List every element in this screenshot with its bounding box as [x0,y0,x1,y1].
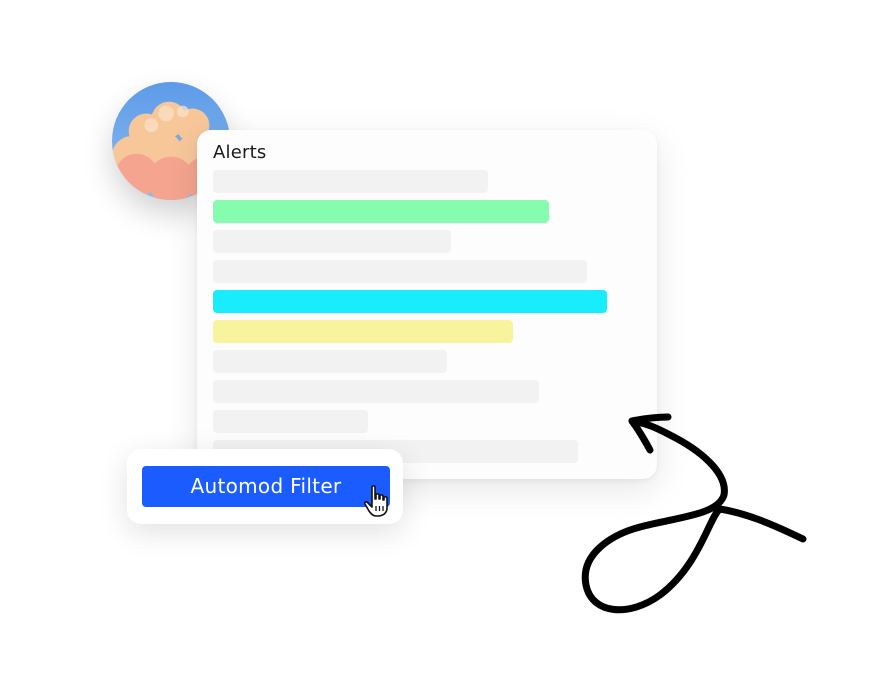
automod-filter-card: Automod Filter [127,449,403,524]
alert-row [213,350,447,373]
alert-row [213,380,539,403]
alert-row [213,410,368,433]
curly-arrow-icon [560,395,820,630]
alert-row [213,260,587,283]
alert-row-highlight-cyan [213,290,607,313]
panel-title: Alerts [213,142,267,163]
automod-filter-button[interactable]: Automod Filter [142,466,390,507]
alert-row [213,230,451,253]
alert-row-highlight-yellow [213,320,513,343]
alert-row [213,170,488,193]
alert-row-highlight-green [213,200,549,223]
illustration-stage: Alerts Automod Filter [0,0,885,700]
hand-pointer-icon [363,484,393,518]
